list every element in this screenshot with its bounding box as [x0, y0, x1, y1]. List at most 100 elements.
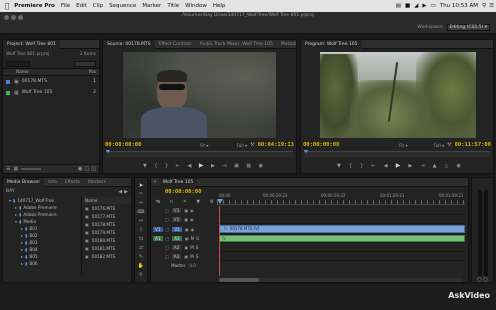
play-icon[interactable]: ▶	[396, 162, 401, 169]
tree-item[interactable]: ▸ ▮ B01	[3, 225, 77, 232]
go-to-in-icon[interactable]: ⇤	[176, 163, 180, 169]
tab-metadata[interactable]: Metadata	[277, 40, 296, 49]
sync-icon[interactable]: ▣	[184, 245, 188, 250]
solo-button[interactable]: S	[196, 254, 199, 259]
playhead-marker[interactable]	[217, 199, 223, 204]
lock-icon[interactable]: □	[166, 236, 170, 241]
timeline-ruler[interactable]: 00:00 00:00:29:23 00:00:59:22 00:01:29:2…	[217, 192, 465, 205]
playhead-marker[interactable]	[304, 150, 308, 153]
track-label[interactable]: A1	[172, 236, 182, 241]
go-to-out-icon[interactable]: ⇥	[420, 163, 424, 169]
mark-out-icon[interactable]: }	[165, 163, 168, 169]
new-item-icon[interactable]: □	[85, 166, 90, 172]
wrench-icon[interactable]: ⚒	[250, 142, 254, 148]
full-select[interactable]: Full ▾	[433, 143, 444, 148]
track-v2[interactable]	[217, 215, 465, 224]
tree-item[interactable]: ▾ ▮ 140717_Wolf-Tree	[3, 197, 77, 204]
track-label[interactable]: A3	[171, 254, 182, 259]
snap-icon[interactable]: ∩	[170, 199, 174, 205]
insert-icon[interactable]: ▣	[234, 163, 239, 169]
lock-icon[interactable]: □	[165, 208, 169, 213]
step-forward-icon[interactable]: ▶	[211, 163, 215, 169]
lock-icon[interactable]: □	[165, 254, 169, 259]
menu-sequence[interactable]: Sequence	[109, 3, 136, 9]
trash-icon[interactable]: ◫	[91, 166, 96, 172]
track-label[interactable]: V1	[172, 226, 182, 232]
full-select[interactable]: Full ▾	[236, 143, 247, 148]
source-video-frame[interactable]	[123, 52, 276, 138]
wifi-icon[interactable]: ◢	[414, 3, 418, 9]
go-to-out-icon[interactable]: ⇥	[222, 163, 226, 169]
ripple-edit-icon[interactable]: ⇔	[135, 200, 147, 209]
tab-program[interactable]: Program: Wolf Tree 105	[301, 40, 362, 49]
new-bin-icon[interactable]: ▣	[78, 166, 83, 172]
apple-icon[interactable]: 	[5, 2, 9, 10]
tree-item[interactable]: ▸ ▮ B05	[3, 253, 77, 260]
overwrite-icon[interactable]: ▦	[246, 163, 251, 169]
pen-icon[interactable]: ✎	[135, 254, 147, 263]
col-name[interactable]: Name	[16, 70, 29, 75]
master-value[interactable]: 0.0	[189, 263, 196, 268]
hand-icon[interactable]: ✋	[135, 263, 147, 272]
settings-icon[interactable]: ⚙	[210, 199, 214, 205]
zoom-icon[interactable]: ⚲	[135, 272, 147, 281]
export-frame-icon[interactable]: ◉	[456, 163, 460, 169]
video-clip[interactable]: fx 00178.MTS [V]	[219, 225, 465, 233]
step-forward-icon[interactable]: ▶	[408, 163, 412, 169]
horizontal-scrollbar[interactable]	[219, 278, 463, 282]
step-back-icon[interactable]: ◀	[384, 163, 388, 169]
source-patch-v1[interactable]: V1	[153, 226, 163, 232]
tab-effect-controls[interactable]: Effect Controls	[155, 40, 196, 49]
workspace-select[interactable]: Editing (CS5.5) ▾	[446, 24, 490, 31]
add-marker-icon[interactable]: ▼	[143, 163, 147, 169]
drive-label[interactable]: BAY	[6, 189, 15, 194]
program-time-ruler[interactable]	[304, 150, 490, 157]
list-icon[interactable]: ☰	[489, 3, 494, 9]
source-patch-a1[interactable]: A1	[153, 236, 163, 241]
solo-button[interactable]: S	[196, 236, 199, 241]
menu-clip[interactable]: Clip	[93, 3, 103, 9]
playhead-line[interactable]	[219, 206, 220, 276]
tab-project[interactable]: Project: Wolf Tree 801	[3, 40, 60, 49]
mark-in-icon[interactable]: {	[349, 163, 352, 169]
file-item[interactable]: ▣ 00177.MTS	[82, 212, 131, 220]
lock-icon[interactable]: □	[165, 245, 169, 250]
sync-icon[interactable]: ▣	[185, 227, 189, 232]
sync-icon[interactable]: ▣	[184, 217, 188, 222]
tab-source[interactable]: Source: 00178.MTS	[103, 40, 155, 49]
tree-item[interactable]: ▸ ▮ B03	[3, 239, 77, 246]
slip-icon[interactable]: ⇆	[135, 236, 147, 245]
track-area[interactable]: fx 00178.MTS [V] fx	[217, 206, 465, 276]
slide-icon[interactable]: ⇄	[135, 245, 147, 254]
go-to-in-icon[interactable]: ⇤	[371, 163, 375, 169]
app-menu[interactable]: Premiere Pro	[14, 3, 55, 9]
eye-icon[interactable]: ◉	[191, 227, 195, 232]
wrench-icon[interactable]: ⚒	[447, 142, 451, 148]
search-icon[interactable]: ⚲	[482, 3, 486, 9]
tree-item[interactable]: ▸ ▮ Adobe Premiere	[3, 204, 77, 211]
camera-icon[interactable]: ▤	[396, 3, 401, 9]
project-item[interactable]: ▣ 00178.MTS 1	[3, 76, 99, 87]
mark-out-icon[interactable]: }	[360, 163, 363, 169]
add-marker-icon[interactable]: ▼	[196, 199, 200, 205]
rolling-edit-icon[interactable]: ⌨	[135, 209, 147, 218]
track-label[interactable]: V2	[171, 217, 182, 222]
source-time-ruler[interactable]	[106, 150, 293, 157]
eye-icon[interactable]: ◉	[190, 208, 194, 213]
zoom-slider[interactable]	[21, 168, 42, 170]
in-select[interactable]	[74, 60, 96, 67]
close-tab-icon[interactable]: ×	[151, 178, 159, 187]
adobe-icon[interactable]: ■	[405, 3, 410, 9]
export-frame-icon[interactable]: ◉	[259, 163, 263, 169]
sync-icon[interactable]: ▣	[184, 254, 188, 259]
step-back-icon[interactable]: ◀	[188, 163, 192, 169]
track-v3[interactable]	[217, 206, 465, 215]
forward-icon[interactable]: ▶	[124, 189, 128, 195]
project-item[interactable]: ▦ Wolf Tree 105 2	[3, 87, 99, 98]
lift-icon[interactable]: ▲	[433, 163, 437, 169]
linked-selection-icon[interactable]: ⚭	[183, 199, 187, 205]
track-select-icon[interactable]: ⇨	[135, 191, 147, 200]
track-label[interactable]: A2	[171, 245, 182, 250]
menu-title[interactable]: Title	[167, 3, 179, 9]
file-item[interactable]: ▣ 00182.MTS	[82, 252, 131, 260]
